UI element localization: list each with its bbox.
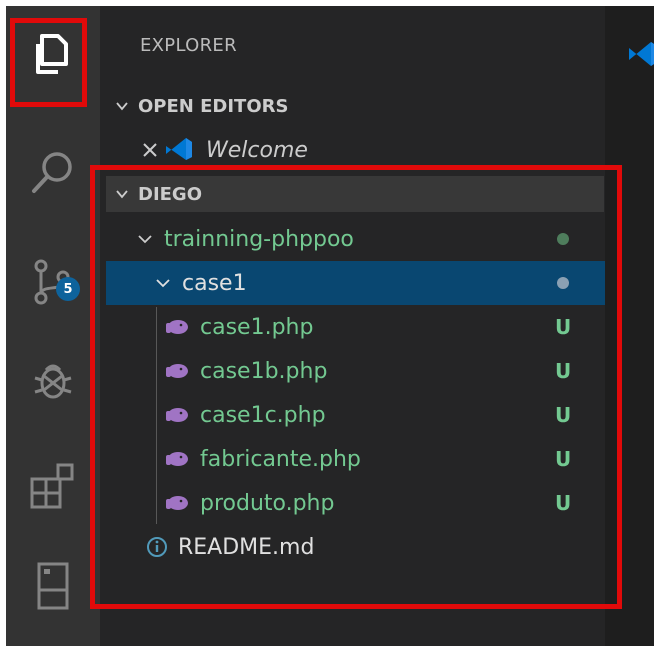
modified-dot	[557, 233, 569, 245]
indent-guide	[156, 307, 157, 524]
open-editors-label: OPEN EDITORS	[138, 95, 289, 117]
files-icon	[36, 34, 68, 74]
chevron-down-icon	[138, 235, 152, 244]
extensions-icon	[30, 463, 74, 509]
vscode-logo-icon	[629, 42, 654, 66]
folder-label: trainning-phppoo	[164, 226, 354, 252]
file-label: README.md	[178, 534, 315, 560]
php-elephant-icon	[166, 452, 188, 466]
scm-badge: 5	[56, 277, 80, 301]
workspace-label: DIEGO	[138, 183, 203, 205]
folder-label: case1	[182, 270, 247, 296]
file-label: case1c.php	[200, 402, 326, 428]
activity-debug[interactable]	[6, 340, 100, 420]
activity-remote-explorer[interactable]	[6, 546, 100, 626]
php-elephant-icon	[166, 496, 188, 510]
file-label: case1b.php	[200, 358, 328, 384]
activity-explorer[interactable]	[6, 14, 100, 94]
file-case1-php[interactable]: case1.php	[164, 305, 313, 349]
chevron-down-icon	[116, 102, 128, 111]
open-editors-header[interactable]: OPEN EDITORS	[106, 88, 604, 124]
explorer-title: EXPLORER	[140, 35, 237, 56]
file-label: case1.php	[200, 314, 314, 340]
info-icon	[147, 537, 167, 557]
git-status: U	[555, 447, 572, 471]
search-icon	[32, 152, 72, 193]
file-label: produto.php	[200, 490, 335, 516]
git-status: U	[555, 403, 572, 427]
open-editor-label: Welcome	[206, 137, 308, 163]
file-fabricante-php[interactable]: fabricante.php	[164, 437, 361, 481]
remote-explorer-icon	[37, 562, 69, 610]
modified-dot	[557, 277, 569, 289]
git-status: U	[555, 491, 572, 515]
git-status: U	[555, 359, 572, 383]
activity-source-control[interactable]	[6, 242, 100, 322]
debug-icon	[34, 364, 72, 399]
activity-bar	[6, 6, 100, 646]
open-editor-welcome[interactable]: Welcome	[142, 128, 308, 172]
php-elephant-icon	[166, 408, 188, 422]
file-case1c-php[interactable]: case1c.php	[164, 393, 326, 437]
php-elephant-icon	[166, 320, 188, 334]
close-icon[interactable]	[142, 142, 158, 158]
vscode-icon	[166, 138, 192, 160]
chevron-down-icon	[116, 190, 128, 199]
file-label: fabricante.php	[200, 446, 361, 472]
folder-trainning-phppoo[interactable]: trainning-phppoo	[138, 217, 354, 261]
editor-area	[605, 6, 654, 646]
chevron-down-icon	[156, 279, 170, 288]
folder-case1[interactable]: case1	[106, 261, 605, 305]
activity-extensions[interactable]	[6, 446, 100, 526]
file-produto-php[interactable]: produto.php	[164, 481, 334, 525]
git-status: U	[555, 315, 572, 339]
file-case1b-php[interactable]: case1b.php	[164, 349, 327, 393]
workspace-header[interactable]: DIEGO	[106, 176, 604, 212]
activity-search[interactable]	[6, 132, 100, 212]
file-readme-md[interactable]: README.md	[146, 525, 314, 569]
php-elephant-icon	[166, 364, 188, 378]
